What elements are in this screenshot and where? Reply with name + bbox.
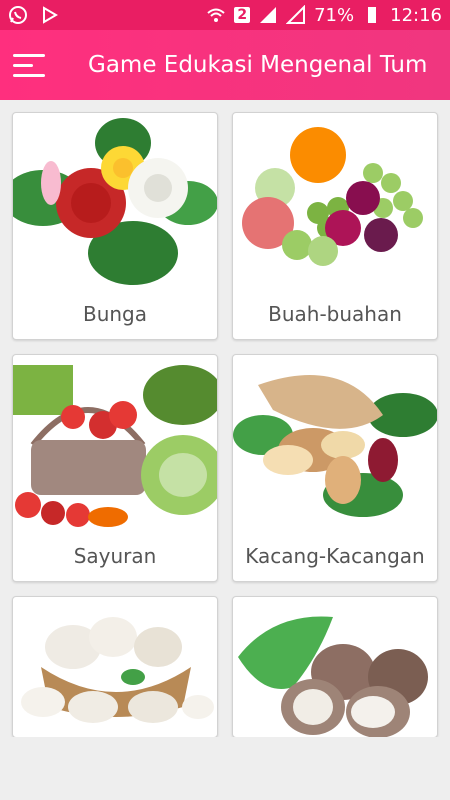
signal-icon (260, 7, 277, 23)
flower-icon (13, 113, 217, 288)
app-title: Game Edukasi Mengenal Tum... (88, 52, 428, 78)
nuts-icon (233, 355, 437, 530)
category-label: Bunga (82, 301, 148, 326)
mushroom-basket-icon (13, 597, 217, 737)
hamburger-icon (13, 47, 45, 84)
bottom-blank (0, 737, 450, 800)
category-label: Kacang-Kacangan (245, 543, 425, 568)
category-card-jamur[interactable] (12, 596, 218, 738)
vegetable-basket-icon (13, 355, 217, 530)
fruit-icon (233, 113, 437, 288)
category-grid: Bunga Buah-buahan Sayuran Kacang-Kacanga… (12, 112, 438, 738)
wifi-icon (207, 8, 226, 22)
play-store-icon (43, 6, 58, 24)
menu-button[interactable] (0, 30, 58, 100)
battery-percent: 71% (314, 4, 355, 26)
taro-icon (233, 597, 437, 737)
signal-icon (286, 5, 306, 24)
category-card-kacang-kacangan[interactable]: Kacang-Kacangan (232, 354, 438, 582)
battery-icon (368, 7, 377, 23)
category-card-sayuran[interactable]: Sayuran (12, 354, 218, 582)
category-card-bunga[interactable]: Bunga (12, 112, 218, 340)
whatsapp-icon (9, 6, 27, 24)
clock: 12:16 (390, 4, 442, 26)
category-card-umbi[interactable] (232, 596, 438, 738)
sim-badge: 2 (234, 7, 251, 23)
category-card-buah-buahan[interactable]: Buah-buahan (232, 112, 438, 340)
category-label: Buah-buahan (268, 301, 402, 326)
status-bar: 2 71% 12:16 (0, 0, 450, 30)
app-bar: Game Edukasi Mengenal Tum... (0, 30, 450, 100)
category-label: Sayuran (73, 543, 157, 568)
